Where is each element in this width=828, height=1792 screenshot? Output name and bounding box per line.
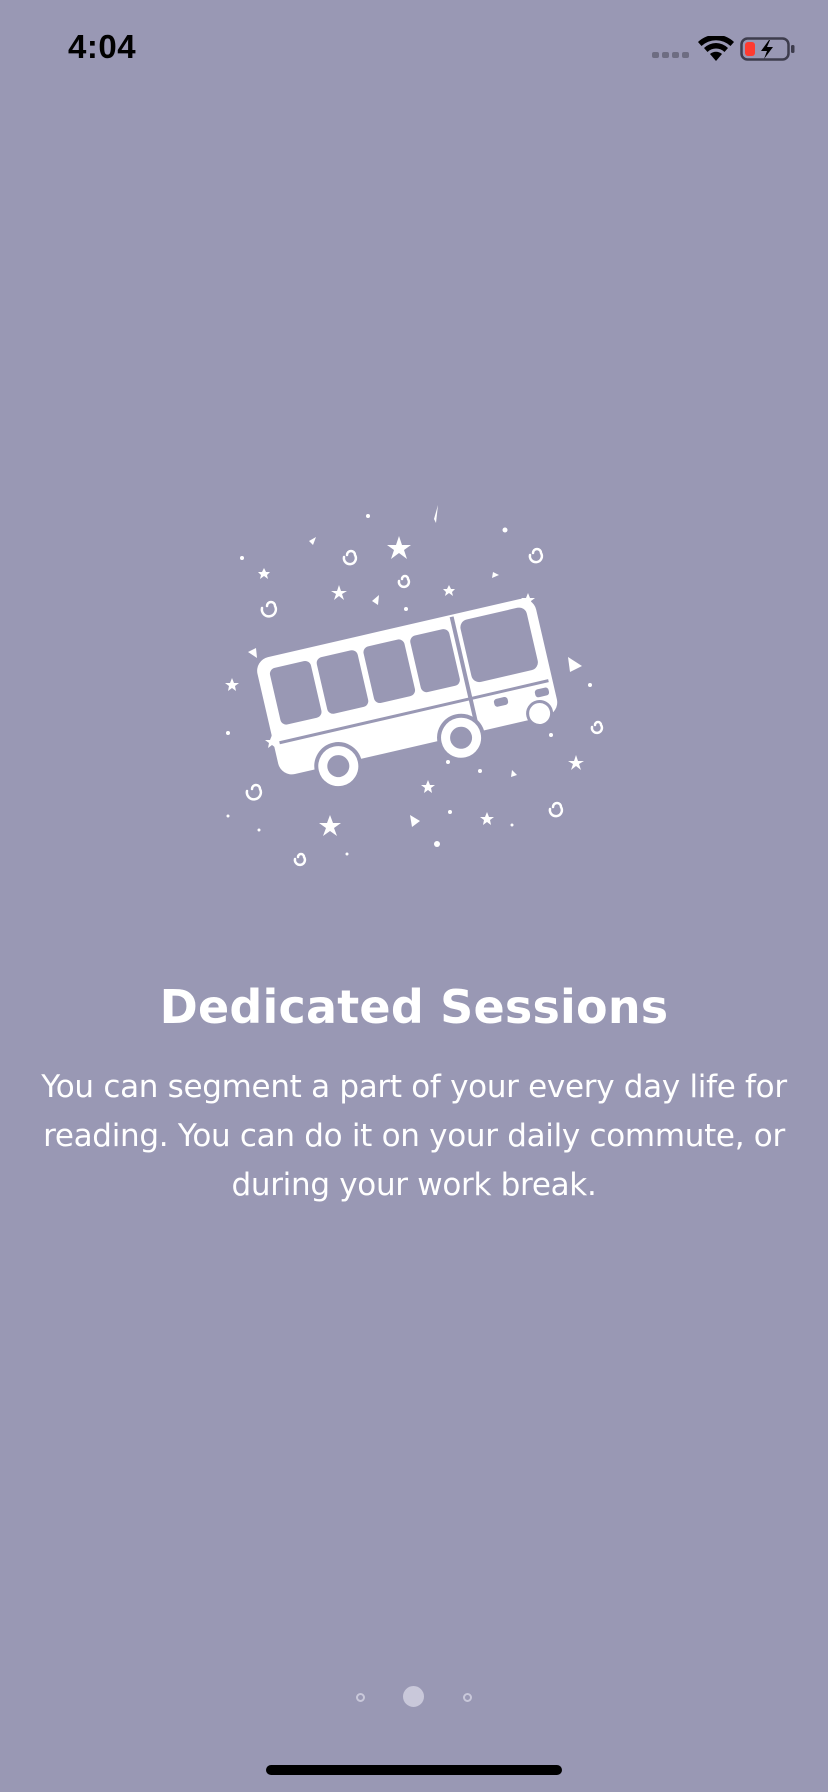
status-bar: 4:04 [0,0,828,100]
home-indicator[interactable] [266,1765,562,1775]
page-dot-1[interactable] [356,1693,365,1702]
wifi-icon [698,36,734,61]
onboarding-description: You can segment a part of your every day… [41,1069,787,1203]
page-dot-2-active[interactable] [403,1686,424,1707]
page-indicator[interactable] [0,1686,828,1708]
bus-in-space-illustration [225,505,604,867]
battery-charging-icon [740,37,795,61]
status-time: 4:04 [68,28,137,65]
cellular-signal-icon [652,52,689,58]
page-dot-3[interactable] [463,1693,472,1702]
onboarding-title: Dedicated Sessions [159,980,669,1034]
